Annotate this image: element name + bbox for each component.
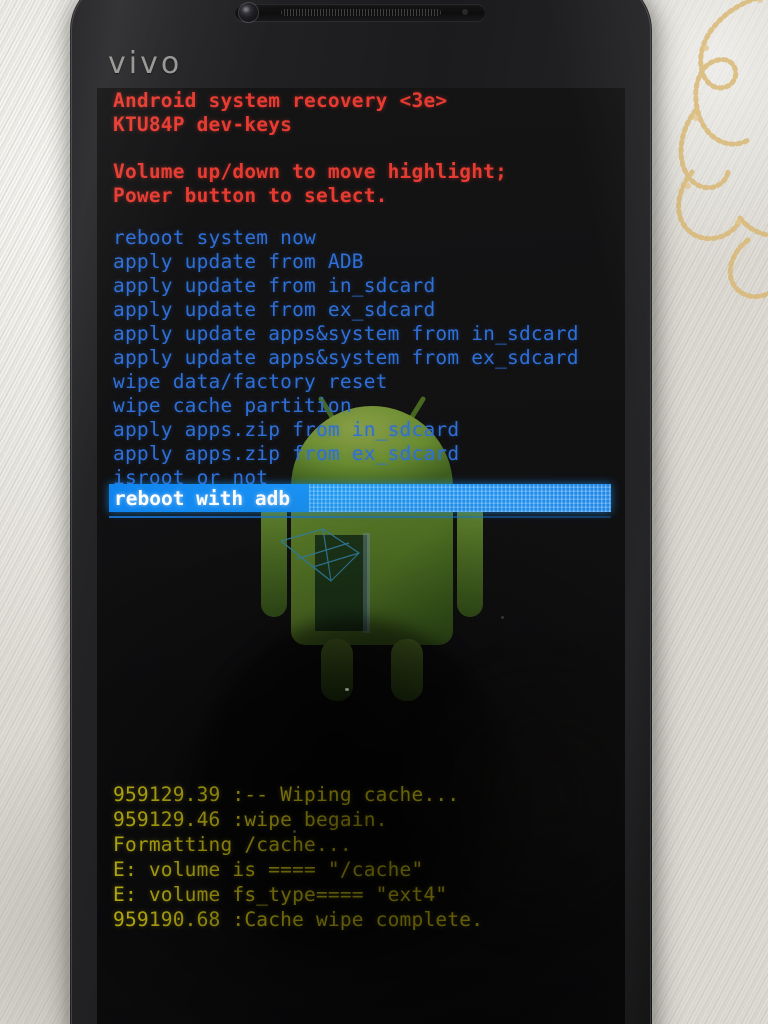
menu-item-apply-apps-zip-from-in-sdcard[interactable]: apply apps.zip from in_sdcard [113, 418, 459, 441]
recovery-title: Android system recovery <3e> [113, 89, 448, 112]
recovery-screen: Android system recovery <3e> KTU84P dev-… [97, 88, 625, 1024]
log-line-6: 959190.68 :Cache wipe complete. [113, 908, 484, 931]
menu-item-wipe-cache-partition[interactable]: wipe cache partition [113, 394, 352, 417]
camera-lens-glint [243, 7, 249, 12]
recovery-text-layer: Android system recovery <3e> KTU84P dev-… [97, 88, 625, 1024]
earpiece-mesh [281, 9, 441, 16]
instruction-line-1: Volume up/down to move highlight; [113, 160, 508, 183]
vivo-brand-logo: vivo [108, 46, 183, 81]
recovery-build: KTU84P dev-keys [113, 113, 293, 136]
proximity-sensor [462, 9, 468, 15]
menu-item-wipe-data-factory-reset[interactable]: wipe data/factory reset [113, 370, 388, 393]
menu-item-reboot-with-adb[interactable]: reboot with adb [114, 487, 290, 510]
menu-item-reboot-system-now[interactable]: reboot system now [113, 226, 316, 249]
gold-embroidery-ornament [676, 0, 768, 300]
menu-item-apply-apps-zip-from-ex-sdcard[interactable]: apply apps.zip from ex_sdcard [113, 442, 459, 465]
log-line-2: 959129.46 :wipe begain. [113, 808, 388, 831]
instruction-line-2: Power button to select. [113, 184, 388, 207]
front-camera [239, 3, 258, 22]
menu-item-apply-update-apps-system-from-in-sdcard[interactable]: apply update apps&system from in_sdcard [113, 322, 579, 345]
dust-speck [501, 616, 504, 619]
menu-item-apply-update-from-ex-sdcard[interactable]: apply update from ex_sdcard [113, 298, 435, 321]
vivo-smartphone: vivo Android system recovery <3e> KTU84P… [70, 0, 652, 1024]
log-line-5: E: volume fs_type==== "ext4" [113, 883, 448, 906]
menu-item-apply-update-from-in-sdcard[interactable]: apply update from in_sdcard [113, 274, 435, 297]
log-line-4: E: volume is ==== "/cache" [113, 858, 424, 881]
earpiece-speaker [235, 4, 485, 21]
menu-selection-underline [109, 516, 611, 518]
menu-item-apply-update-from-adb[interactable]: apply update from ADB [113, 250, 364, 273]
log-line-3: Formatting /cache... [113, 833, 352, 856]
photo-scene: vivo Android system recovery <3e> KTU84P… [0, 0, 768, 1024]
menu-item-apply-update-apps-system-from-ex-sdcard[interactable]: apply update apps&system from ex_sdcard [113, 346, 579, 369]
dust-speck [293, 830, 296, 833]
log-line-1: 959129.39 :-- Wiping cache... [113, 783, 460, 806]
dust-speck [345, 688, 349, 691]
